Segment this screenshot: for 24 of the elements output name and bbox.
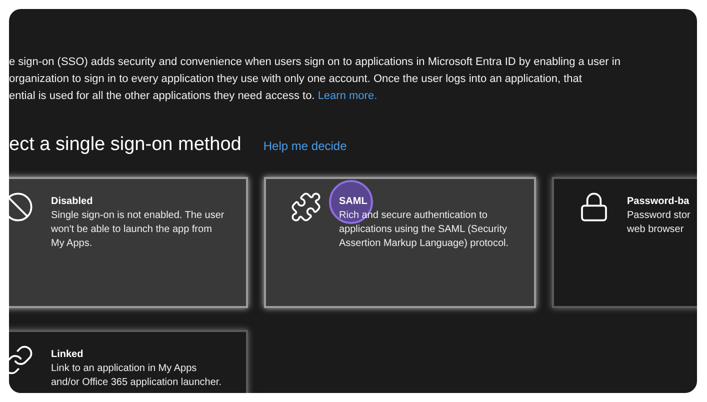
method-title: Password-ba <box>627 195 690 209</box>
method-card[interactable]: Linked Link to an application in My Apps and/or Office 365 application launcher. <box>9 330 248 393</box>
lock-icon <box>578 191 610 223</box>
puzzle-icon <box>290 191 322 223</box>
method-description: Single sign-on is not enabled. The user <box>51 209 224 223</box>
method-title: Linked <box>51 348 84 362</box>
method-title: SAML <box>339 195 368 209</box>
method-description: Link to an application in My Apps <box>51 362 198 376</box>
section-heading: ect a single sign-on method <box>9 134 242 156</box>
method-description: applications using the SAML (Security <box>339 223 508 237</box>
learn-more-link[interactable]: Learn more. <box>318 90 378 102</box>
method-description: My Apps. <box>51 237 94 251</box>
prohibited-icon <box>9 191 34 223</box>
method-description: Assertion Markup Language) protocol. <box>339 237 509 251</box>
method-description: Password stor <box>627 209 690 223</box>
intro-paragraph: e sign-on (SSO) adds security and convenience when users sign on to applications in Microsoft Entra ID by enabling a user in organization to sign in to every application they use with only one account. Once the user logs into an application, that ential is used for all the other applications they need access to. Learn more. <box>9 55 622 104</box>
link-icon <box>9 344 34 376</box>
method-description: web browser <box>627 223 685 237</box>
method-card[interactable]: Disabled Single sign-on is not enabled. The user won't be able to launch the app from My Apps. <box>9 177 248 308</box>
method-description: and/or Office 365 application launcher. <box>51 376 222 390</box>
method-title: Disabled <box>51 195 94 209</box>
method-card[interactable]: Password-ba Password stor web browser <box>552 177 697 308</box>
help-link[interactable]: Help me decide <box>263 139 347 153</box>
method-description: won't be able to launch the app from <box>51 223 213 237</box>
